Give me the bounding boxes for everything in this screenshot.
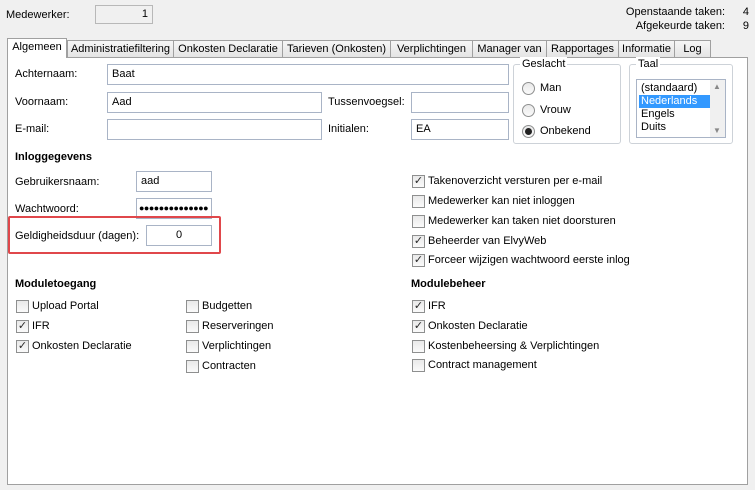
tussenvoegsel-label: Tussenvoegsel: xyxy=(328,96,405,108)
moduletoegang-heading: Moduletoegang xyxy=(15,278,97,290)
kostenbeheersing-label: Kostenbeheersing & Verplichtingen xyxy=(428,340,600,352)
modulebeheer-heading: Modulebeheer xyxy=(411,278,486,290)
tab-log[interactable]: Log xyxy=(674,40,711,57)
tab-verplichtingen[interactable]: Verplichtingen xyxy=(390,40,473,57)
tab-panel-algemeen: Achternaam: Baat Voornaam: Aad Tussenvoe… xyxy=(7,57,748,485)
ifr-toegang-label: IFR xyxy=(32,320,50,332)
geldigheidsduur-field[interactable]: 0 xyxy=(146,225,212,246)
scroll-up-icon[interactable]: ▲ xyxy=(713,82,721,91)
takenoverzicht-label: Takenoverzicht versturen per e-mail xyxy=(428,175,603,187)
taal-scrollbar[interactable]: ▲ ▼ xyxy=(710,80,725,137)
achternaam-label: Achternaam: xyxy=(15,68,78,80)
ifr-beheer-label: IFR xyxy=(428,300,446,312)
inloggegevens-heading: Inloggegevens xyxy=(15,151,93,163)
gebruikersnaam-label: Gebruikersnaam: xyxy=(15,176,100,188)
contracten-label: Contracten xyxy=(202,360,256,372)
openstaande-taken-label: Openstaande taken: xyxy=(625,6,725,18)
tab-manager-van[interactable]: Manager van xyxy=(472,40,547,57)
geldigheidsduur-label: Geldigheidsduur (dagen): xyxy=(15,230,140,242)
checkbox-ifr-beheer[interactable]: ✓ xyxy=(412,300,425,313)
checkbox-niet-inloggen[interactable] xyxy=(412,195,425,208)
afgekeurde-taken-count: 9 xyxy=(742,20,749,32)
checkbox-onkosten-beheer[interactable]: ✓ xyxy=(412,320,425,333)
email-field[interactable] xyxy=(107,119,322,140)
checkbox-beheerder[interactable]: ✓ xyxy=(412,235,425,248)
checkbox-verplichtingen[interactable] xyxy=(186,340,199,353)
forceer-wachtwoord-label: Forceer wijzigen wachtwoord eerste inlog xyxy=(428,254,630,266)
taal-title: Taal xyxy=(636,57,661,71)
geslacht-group: Geslacht Man Vrouw Onbekend xyxy=(513,57,621,144)
checkbox-ifr-toegang[interactable]: ✓ xyxy=(16,320,29,333)
taal-option-engels[interactable]: Engels xyxy=(639,108,677,121)
wachtwoord-label: Wachtwoord: xyxy=(15,203,79,215)
checkbox-takenoverzicht[interactable]: ✓ xyxy=(412,175,425,188)
checkbox-kostenbeheersing[interactable] xyxy=(412,340,425,353)
tab-onkosten-declaratie[interactable]: Onkosten Declaratie xyxy=(173,40,283,57)
verplichtingen-label: Verplichtingen xyxy=(202,340,272,352)
checkbox-niet-doorsturen[interactable] xyxy=(412,215,425,228)
initialen-label: Initialen: xyxy=(328,123,369,135)
openstaande-taken-count: 4 xyxy=(742,6,749,18)
checkbox-contracten[interactable] xyxy=(186,360,199,373)
tussenvoegsel-field[interactable] xyxy=(411,92,509,113)
tab-administratiefiltering[interactable]: Administratiefiltering xyxy=(67,40,174,57)
geslacht-title: Geslacht xyxy=(520,57,568,71)
checkbox-onkosten-toegang[interactable]: ✓ xyxy=(16,340,29,353)
onkosten-toegang-label: Onkosten Declaratie xyxy=(32,340,132,352)
voornaam-label: Voornaam: xyxy=(15,96,69,108)
initialen-field[interactable]: EA xyxy=(411,119,509,140)
tab-informatie[interactable]: Informatie xyxy=(618,40,675,57)
niet-inloggen-label: Medewerker kan niet inloggen xyxy=(428,195,575,207)
email-label: E-mail: xyxy=(15,123,50,135)
onkosten-beheer-label: Onkosten Declaratie xyxy=(428,320,528,332)
medewerker-id-field: 1 xyxy=(95,5,153,24)
radio-vrouw-label: Vrouw xyxy=(540,104,571,116)
radio-vrouw[interactable] xyxy=(522,104,535,117)
tab-tarieven-onkosten[interactable]: Tarieven (Onkosten) xyxy=(282,40,391,57)
taal-group: Taal (standaard) Nederlands Engels Duits… xyxy=(629,57,733,144)
gebruikersnaam-field[interactable]: aad xyxy=(136,171,212,192)
tab-algemeen[interactable]: Algemeen xyxy=(7,38,67,58)
taal-listbox[interactable]: (standaard) Nederlands Engels Duits ▲ ▼ xyxy=(636,79,726,138)
voornaam-field[interactable]: Aad xyxy=(107,92,322,113)
tab-rapportages[interactable]: Rapportages xyxy=(546,40,619,57)
scroll-down-icon[interactable]: ▼ xyxy=(713,126,721,135)
checkbox-upload-portal[interactable] xyxy=(16,300,29,313)
radio-onbekend[interactable] xyxy=(522,125,535,138)
medewerker-label: Medewerker: xyxy=(6,9,70,21)
taal-option-standaard[interactable]: (standaard) xyxy=(639,82,699,95)
checkbox-reserveringen[interactable] xyxy=(186,320,199,333)
taal-option-nederlands[interactable]: Nederlands xyxy=(639,95,710,108)
afgekeurde-taken-label: Afgekeurde taken: xyxy=(635,20,725,32)
upload-portal-label: Upload Portal xyxy=(32,300,99,312)
niet-doorsturen-label: Medewerker kan taken niet doorsturen xyxy=(428,215,616,227)
checkbox-contract-management[interactable] xyxy=(412,359,425,372)
checkbox-forceer-wachtwoord[interactable]: ✓ xyxy=(412,254,425,267)
taal-option-duits[interactable]: Duits xyxy=(639,121,668,134)
contract-management-label: Contract management xyxy=(428,359,537,371)
achternaam-field[interactable]: Baat xyxy=(107,64,509,85)
radio-onbekend-label: Onbekend xyxy=(540,125,591,137)
checkbox-budgetten[interactable] xyxy=(186,300,199,313)
budgetten-label: Budgetten xyxy=(202,300,253,312)
radio-man[interactable] xyxy=(522,82,535,95)
beheerder-label: Beheerder van ElvyWeb xyxy=(428,235,547,247)
radio-man-label: Man xyxy=(540,82,562,94)
reserveringen-label: Reserveringen xyxy=(202,320,274,332)
